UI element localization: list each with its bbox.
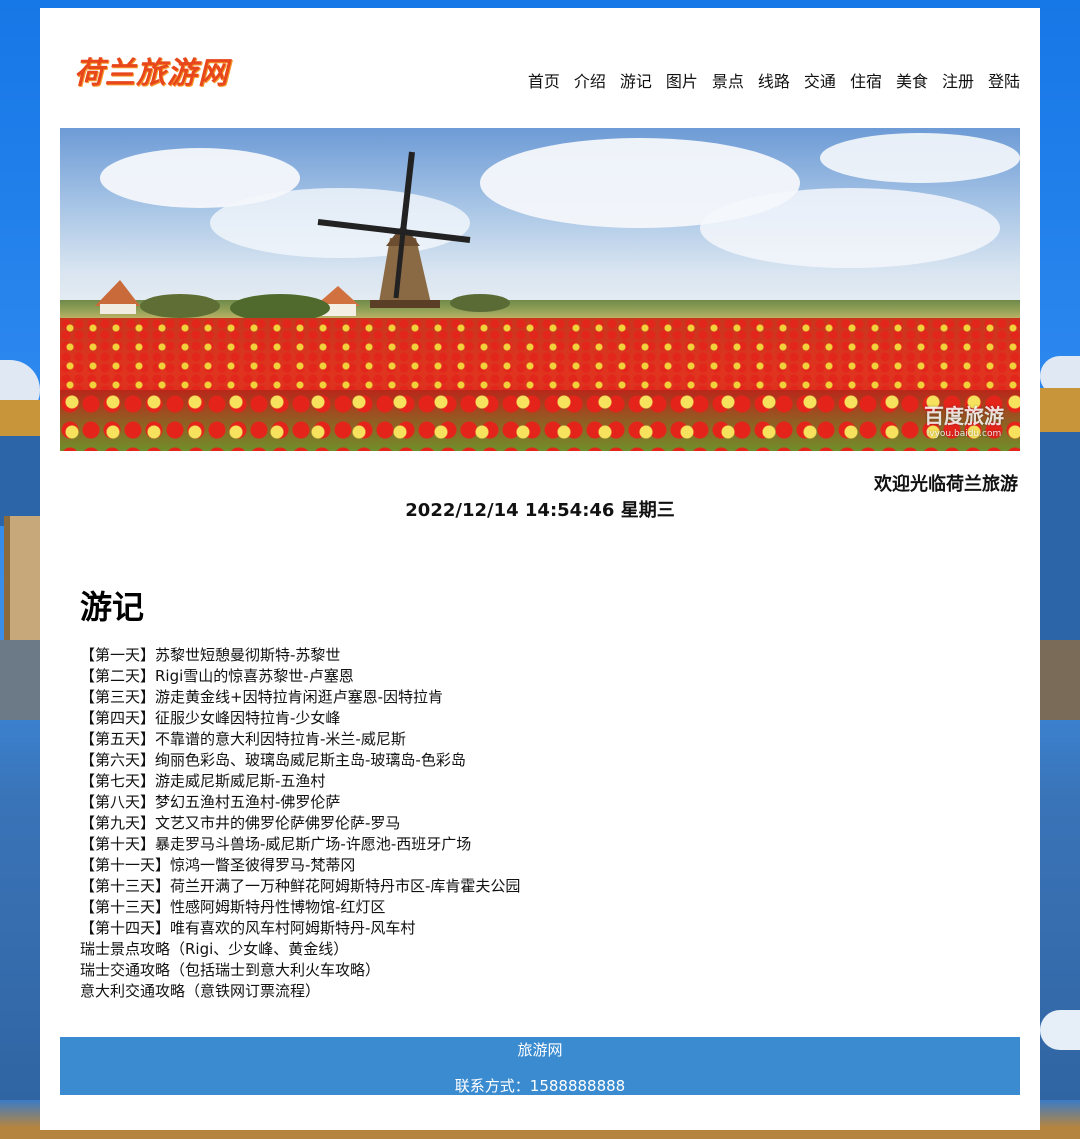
- travel-note-link[interactable]: 【第五天】不靠谱的意大利因特拉肯-米兰-威尼斯: [80, 729, 980, 750]
- background-water: [0, 436, 40, 526]
- nav-link[interactable]: 注册: [942, 68, 974, 92]
- travel-note-link[interactable]: 【第十一天】惊鸿一瞥圣彼得罗马-梵蒂冈: [80, 855, 980, 876]
- background-cloud: [1040, 1010, 1080, 1050]
- watermark-sub: lvyou.baidu.com: [926, 429, 1002, 439]
- travel-note-link[interactable]: 【第二天】Rigi雪山的惊喜苏黎世-卢塞恩: [80, 666, 980, 687]
- background-deck: [0, 640, 40, 720]
- nav-link[interactable]: 介绍: [574, 68, 606, 92]
- nav-link[interactable]: 住宿: [850, 68, 882, 92]
- header: 荷兰旅游网 首页 介绍 游记 图片 景点 线路 交通 住宿 美食 注册 登陆: [40, 8, 1040, 128]
- nav-link[interactable]: 景点: [712, 68, 744, 92]
- footer-site-name: 旅游网: [517, 1041, 563, 1059]
- nav-link[interactable]: 交通: [804, 68, 836, 92]
- travel-note-link[interactable]: 意大利交通攻略（意铁网订票流程）: [80, 981, 980, 1002]
- travel-note-link[interactable]: 【第四天】征服少女峰因特拉肯-少女峰: [80, 708, 980, 729]
- banner-watermark: 百度旅游 lvyou.baidu.com: [924, 400, 1004, 439]
- travel-note-link[interactable]: 【第十四天】唯有喜欢的风车村阿姆斯特丹-风车村: [80, 918, 980, 939]
- background-wooden-post: [1040, 640, 1080, 720]
- footer: 旅游网 联系方式：1588888888: [60, 1037, 1020, 1095]
- nav-link[interactable]: 美食: [896, 68, 928, 92]
- nav-link[interactable]: 线路: [758, 68, 790, 92]
- travel-note-link[interactable]: 【第十三天】性感阿姆斯特丹性博物馆-红灯区: [80, 897, 980, 918]
- travel-note-link[interactable]: 瑞士交通攻略（包括瑞士到意大利火车攻略）: [80, 960, 980, 981]
- tulip-field-front: [60, 390, 1020, 451]
- footer-contact: 联系方式：1588888888: [454, 1077, 626, 1095]
- site-logo[interactable]: 荷兰旅游网: [74, 48, 229, 92]
- marquee-text: 欢迎光临荷兰旅游: [874, 474, 1018, 495]
- nav-link[interactable]: 首页: [528, 68, 560, 92]
- background-wooden-post: [4, 516, 40, 640]
- travel-note-link[interactable]: 瑞士景点攻略（Rigi、少女峰、黄金线）: [80, 939, 980, 960]
- nav-link[interactable]: 登陆: [988, 68, 1020, 92]
- travel-note-link[interactable]: 【第十三天】荷兰开满了一万种鲜花阿姆斯特丹市区-库肯霍夫公园: [80, 876, 980, 897]
- welcome-marquee: 欢迎光临荷兰旅游: [60, 470, 1020, 496]
- travel-note-link[interactable]: 【第八天】梦幻五渔村五渔村-佛罗伦萨: [80, 792, 980, 813]
- section-title: 游记: [80, 588, 145, 626]
- travel-note-link[interactable]: 【第七天】游走威尼斯威尼斯-五渔村: [80, 771, 980, 792]
- background-reeds: [0, 400, 40, 436]
- travel-note-link[interactable]: 【第三天】游走黄金线+因特拉肯闲逛卢塞恩-因特拉肯: [80, 687, 980, 708]
- main-nav: 首页 介绍 游记 图片 景点 线路 交通 住宿 美食 注册 登陆: [528, 68, 1020, 92]
- nav-link[interactable]: 图片: [666, 68, 698, 92]
- travel-note-link[interactable]: 【第一天】苏黎世短憩曼彻斯特-苏黎世: [80, 645, 980, 666]
- current-datetime: 2022/12/14 14:54:46 星期三: [405, 500, 675, 521]
- nav-link[interactable]: 游记: [620, 68, 652, 92]
- background-water: [1040, 432, 1080, 642]
- watermark-main: 百度旅游: [924, 404, 1004, 428]
- travel-note-link[interactable]: 【第十天】暴走罗马斗兽场-威尼斯广场-许愿池-西班牙广场: [80, 834, 980, 855]
- page-container: 荷兰旅游网 首页 介绍 游记 图片 景点 线路 交通 住宿 美食 注册 登陆 百…: [40, 8, 1040, 1130]
- background-reeds: [1040, 388, 1080, 432]
- banner-image: 百度旅游 lvyou.baidu.com: [60, 128, 1020, 451]
- travel-note-link[interactable]: 【第九天】文艺又市井的佛罗伦萨佛罗伦萨-罗马: [80, 813, 980, 834]
- travel-notes-list: 【第一天】苏黎世短憩曼彻斯特-苏黎世 【第二天】Rigi雪山的惊喜苏黎世-卢塞恩【…: [80, 645, 980, 1002]
- travel-note-link[interactable]: 【第六天】绚丽色彩岛、玻璃岛威尼斯主岛-玻璃岛-色彩岛: [80, 750, 980, 771]
